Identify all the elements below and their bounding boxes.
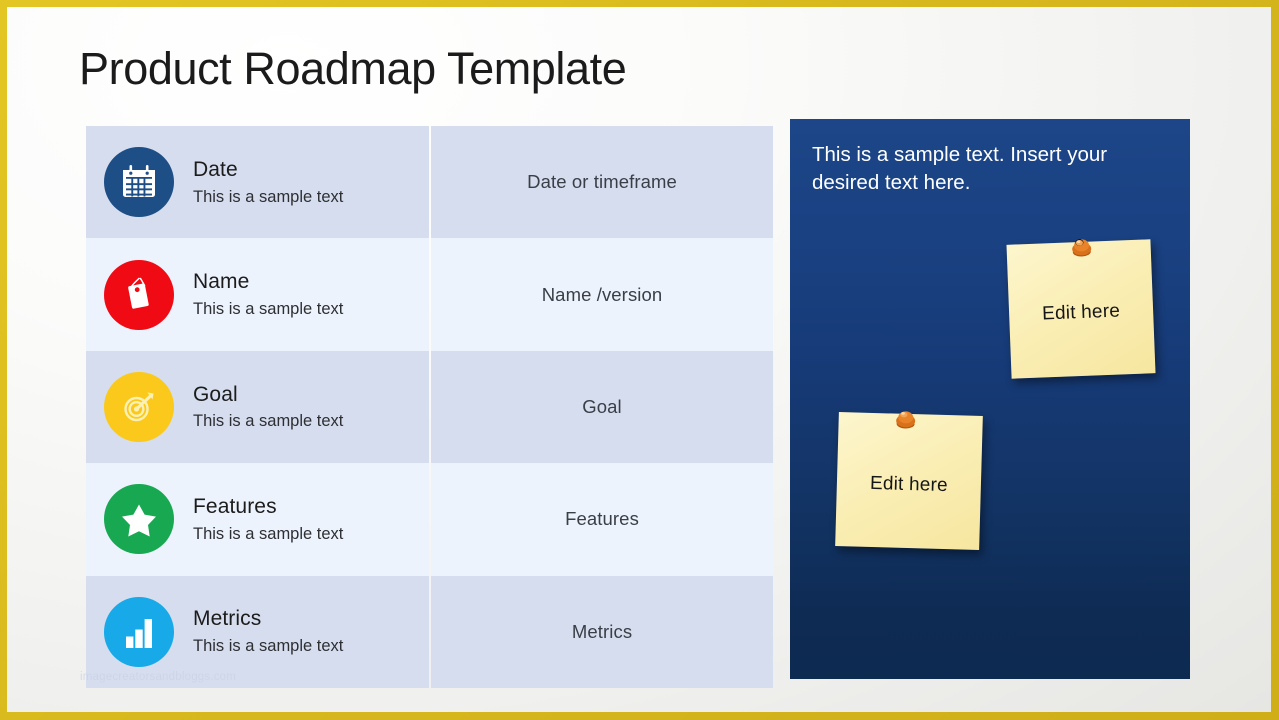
table-row-subtext: This is a sample text bbox=[193, 412, 344, 431]
watermark: imagecreatorsandbloggs.com bbox=[80, 671, 237, 683]
table-row-heading: Name bbox=[193, 270, 250, 294]
table-row-subtext: This is a sample text bbox=[193, 187, 344, 206]
table-row-subtext: This is a sample text bbox=[193, 299, 344, 318]
table-row-label-cell: Name This is a sample text bbox=[86, 238, 430, 351]
table-row-label-cell: Date This is a sample text bbox=[86, 126, 430, 239]
table-row-value: Name /version bbox=[541, 283, 663, 305]
notes-panel-text: This is a sample text. Insert your desir… bbox=[812, 143, 1108, 194]
table-row-heading: Features bbox=[193, 494, 277, 518]
table-row-value-cell[interactable]: Metrics bbox=[431, 575, 773, 688]
target-icon bbox=[104, 371, 174, 442]
calendar-icon bbox=[104, 147, 174, 218]
table-row-heading: Goal bbox=[193, 382, 238, 406]
sticky-note-label: Edit here bbox=[1041, 300, 1121, 325]
table-row-value: Date or timeframe bbox=[527, 171, 677, 193]
table-row[interactable]: Date This is a sample text Date or timef… bbox=[86, 126, 773, 239]
notes-panel: This is a sample text. Insert your desir… bbox=[790, 119, 1190, 679]
table-row-subtext: This is a sample text bbox=[193, 637, 344, 656]
slide-canvas: Product Roadmap Template Date This is a … bbox=[7, 7, 1271, 712]
pushpin-icon bbox=[896, 411, 916, 429]
table-row[interactable]: Goal This is a sample text Goal bbox=[86, 350, 773, 464]
table-row-heading: Date bbox=[193, 157, 238, 181]
table-row-label-cell: Features This is a sample text bbox=[86, 463, 430, 576]
table-row-value-cell[interactable]: Goal bbox=[431, 350, 773, 464]
table-row[interactable]: Features This is a sample text Features bbox=[86, 463, 773, 576]
page-title: Product Roadmap Template bbox=[79, 43, 627, 94]
sticky-note[interactable]: Edit here bbox=[1006, 239, 1156, 379]
table-row-value-cell[interactable]: Features bbox=[431, 463, 773, 576]
slide-border-frame: Product Roadmap Template Date This is a … bbox=[0, 0, 1279, 720]
table-row[interactable]: Name This is a sample text Name /version bbox=[86, 238, 773, 351]
table-row-value-cell[interactable]: Date or timeframe bbox=[431, 126, 773, 239]
table-row-subtext: This is a sample text bbox=[193, 524, 344, 543]
price-tag-icon bbox=[104, 259, 174, 330]
table-row-value: Goal bbox=[582, 395, 622, 417]
table-row-text: Goal This is a sample text bbox=[193, 380, 343, 435]
table-row-label-cell: Goal This is a sample text bbox=[86, 350, 430, 464]
table-row-text: Metrics This is a sample text bbox=[193, 604, 343, 659]
bar-chart-icon bbox=[104, 596, 174, 667]
star-icon bbox=[104, 484, 174, 555]
pushpin-icon bbox=[1072, 239, 1092, 257]
table-row-heading: Metrics bbox=[193, 607, 262, 631]
sticky-note[interactable]: Edit here bbox=[835, 411, 983, 550]
table-row-text: Features This is a sample text bbox=[193, 492, 343, 547]
roadmap-table: Date This is a sample text Date or timef… bbox=[86, 126, 773, 688]
table-row-value: Features bbox=[565, 508, 639, 530]
table-row-value-cell[interactable]: Name /version bbox=[431, 238, 773, 351]
table-row-value: Metrics bbox=[571, 620, 633, 642]
table-row-text: Name This is a sample text bbox=[193, 267, 343, 322]
sticky-note-label: Edit here bbox=[869, 472, 949, 497]
table-row-text: Date This is a sample text bbox=[193, 155, 343, 210]
